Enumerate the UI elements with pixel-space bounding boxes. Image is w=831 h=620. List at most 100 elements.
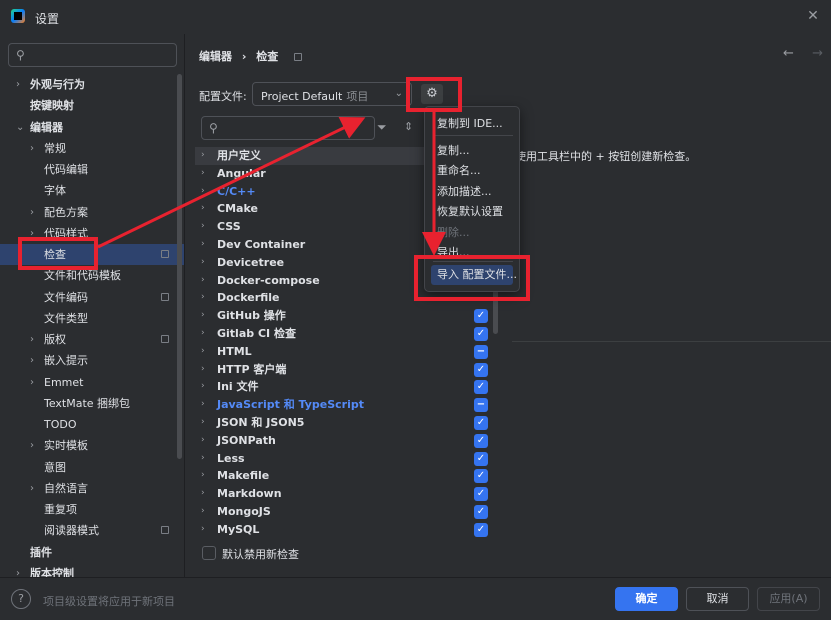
checked-checkbox[interactable]: ✓	[474, 433, 488, 448]
chevron-right-icon[interactable]: ›	[201, 343, 205, 361]
sidebar-search-input[interactable]: ⚲	[8, 43, 177, 67]
chevron-right-icon[interactable]: ›	[201, 503, 205, 521]
sidebar-item[interactable]: › 自然语言	[0, 478, 184, 499]
inspection-row[interactable]: › MongoJS ✓	[195, 503, 500, 521]
menu-item[interactable]: 重命名...	[437, 162, 481, 178]
chevron-right-icon[interactable]: ›	[201, 183, 205, 201]
chevron-right-icon[interactable]: ›	[201, 485, 205, 503]
inspection-search-input[interactable]: ⚲	[201, 116, 375, 140]
chevron-right-icon[interactable]: ›	[30, 202, 40, 223]
chevron-right-icon[interactable]: ›	[201, 378, 205, 396]
checked-checkbox[interactable]: ✓	[474, 309, 488, 324]
ok-button[interactable]: 确定	[615, 587, 678, 611]
chevron-right-icon[interactable]: ›	[30, 329, 40, 350]
cancel-button[interactable]: 取消	[686, 587, 749, 611]
checked-checkbox[interactable]: ✓	[474, 451, 488, 466]
default-disable-checkbox[interactable]	[202, 546, 216, 560]
filter-icon[interactable]: ⏷	[377, 120, 387, 135]
sidebar-item[interactable]: 阅读器模式	[0, 520, 184, 541]
sidebar-item[interactable]: › 实时模板	[0, 435, 184, 456]
partial-checkbox[interactable]: −	[474, 398, 488, 413]
back-arrow-icon[interactable]: ←	[783, 46, 794, 61]
checked-checkbox[interactable]: ✓	[474, 362, 488, 377]
checked-checkbox[interactable]: ✓	[474, 469, 488, 484]
profile-dropdown[interactable]: Project Default 项目 ⌄	[252, 82, 412, 106]
chevron-right-icon[interactable]: ›	[201, 450, 205, 468]
chevron-right-icon[interactable]: ›	[201, 254, 205, 272]
inspection-row[interactable]: › Ini 文件 ✓	[195, 378, 500, 396]
inspection-name: MongoJS	[217, 505, 271, 518]
inspection-row[interactable]: › GitHub 操作 ✓	[195, 307, 500, 325]
sidebar-item[interactable]: › 配色方案	[0, 202, 184, 223]
chevron-right-icon[interactable]: ›	[201, 414, 205, 432]
sidebar-item[interactable]: ⌄ 编辑器	[0, 117, 184, 138]
chevron-right-icon[interactable]: ›	[201, 236, 205, 254]
inspection-row[interactable]: › JSONPath ✓	[195, 432, 500, 450]
inspection-row[interactable]: › HTML −	[195, 343, 500, 361]
sidebar-item[interactable]: 字体	[0, 180, 184, 201]
help-icon[interactable]: ?	[11, 589, 31, 609]
chevron-right-icon[interactable]: ›	[201, 432, 205, 450]
sidebar-item[interactable]: › 版权	[0, 329, 184, 350]
sidebar-item[interactable]: 插件	[0, 542, 184, 563]
sidebar-item[interactable]: 按键映射	[0, 95, 184, 116]
chevron-right-icon[interactable]: ›	[201, 396, 205, 414]
sidebar-item-label: 配色方案	[44, 205, 88, 219]
chevron-right-icon[interactable]: ›	[30, 350, 40, 371]
chevron-right-icon[interactable]: ›	[30, 372, 40, 393]
menu-item[interactable]: 复制...	[437, 142, 470, 158]
expand-collapse-icon[interactable]: ⇕	[404, 120, 413, 133]
chevron-right-icon[interactable]: ›	[201, 218, 205, 236]
inspection-row[interactable]: › JSON 和 JSON5 ✓	[195, 414, 500, 432]
checked-checkbox[interactable]: ✓	[474, 327, 488, 341]
chevron-right-icon[interactable]: ›	[201, 165, 205, 183]
inspection-row[interactable]: › Less ✓	[195, 450, 500, 468]
sidebar-scrollbar[interactable]	[177, 74, 182, 459]
inspection-row[interactable]: › Makefile ✓	[195, 467, 500, 485]
sidebar-item[interactable]: 意图	[0, 457, 184, 478]
chevron-right-icon[interactable]: ›	[201, 325, 205, 343]
chevron-right-icon[interactable]: ›	[30, 435, 40, 456]
chevron-right-icon[interactable]: ›	[30, 138, 40, 159]
chevron-down-icon[interactable]: ⌄	[16, 117, 26, 138]
chevron-right-icon[interactable]: ›	[201, 272, 205, 290]
sidebar-item[interactable]: › 外观与行为	[0, 74, 184, 95]
checked-checkbox[interactable]: ✓	[474, 380, 488, 395]
sidebar-item[interactable]: › 常规	[0, 138, 184, 159]
inspection-row[interactable]: › Markdown ✓	[195, 485, 500, 503]
inspection-row[interactable]: › JavaScript 和 TypeScript −	[195, 396, 500, 414]
chevron-right-icon[interactable]: ›	[201, 200, 205, 218]
checked-checkbox[interactable]: ✓	[474, 487, 488, 502]
sidebar-item[interactable]: › 嵌入提示	[0, 350, 184, 371]
checked-checkbox[interactable]: ✓	[474, 416, 488, 430]
inspection-row[interactable]: › Gitlab CI 检查 ✓	[195, 325, 500, 343]
partial-checkbox[interactable]: −	[474, 344, 488, 359]
sidebar-item-label: 自然语言	[44, 481, 88, 495]
chevron-right-icon[interactable]: ›	[201, 467, 205, 485]
sidebar-item[interactable]: 重复项	[0, 499, 184, 520]
forward-arrow-icon[interactable]: →	[812, 46, 823, 61]
checked-checkbox[interactable]: ✓	[474, 505, 488, 519]
menu-item[interactable]: 添加描述...	[437, 183, 492, 199]
apply-button[interactable]: 应用(A)	[757, 587, 820, 611]
chevron-right-icon[interactable]: ›	[201, 361, 205, 379]
sidebar-item[interactable]: TextMate 捆绑包	[0, 393, 184, 414]
sidebar-item[interactable]: TODO	[0, 414, 184, 435]
chevron-right-icon[interactable]: ›	[201, 521, 205, 537]
inspection-row[interactable]: › HTTP 客户端 ✓	[195, 361, 500, 379]
sidebar-item[interactable]: › Emmet	[0, 372, 184, 393]
chevron-right-icon[interactable]: ›	[30, 478, 40, 499]
chevron-right-icon[interactable]: ›	[201, 147, 205, 165]
chevron-right-icon[interactable]: ›	[201, 307, 205, 325]
close-icon[interactable]: ✕	[806, 9, 820, 23]
sidebar-item[interactable]: 文件类型	[0, 308, 184, 329]
sidebar-item[interactable]: 代码编辑	[0, 159, 184, 180]
sidebar-item[interactable]: 文件编码	[0, 287, 184, 308]
menu-item[interactable]: 恢复默认设置	[437, 203, 503, 219]
chevron-right-icon[interactable]: ›	[16, 74, 26, 95]
checked-checkbox[interactable]: ✓	[474, 522, 488, 537]
chevron-right-icon[interactable]: ›	[201, 289, 205, 307]
breadcrumb-parent[interactable]: 编辑器	[199, 50, 232, 63]
menu-item[interactable]: 复制到 IDE...	[437, 115, 503, 131]
inspection-row[interactable]: › MySQL ✓	[195, 521, 500, 537]
